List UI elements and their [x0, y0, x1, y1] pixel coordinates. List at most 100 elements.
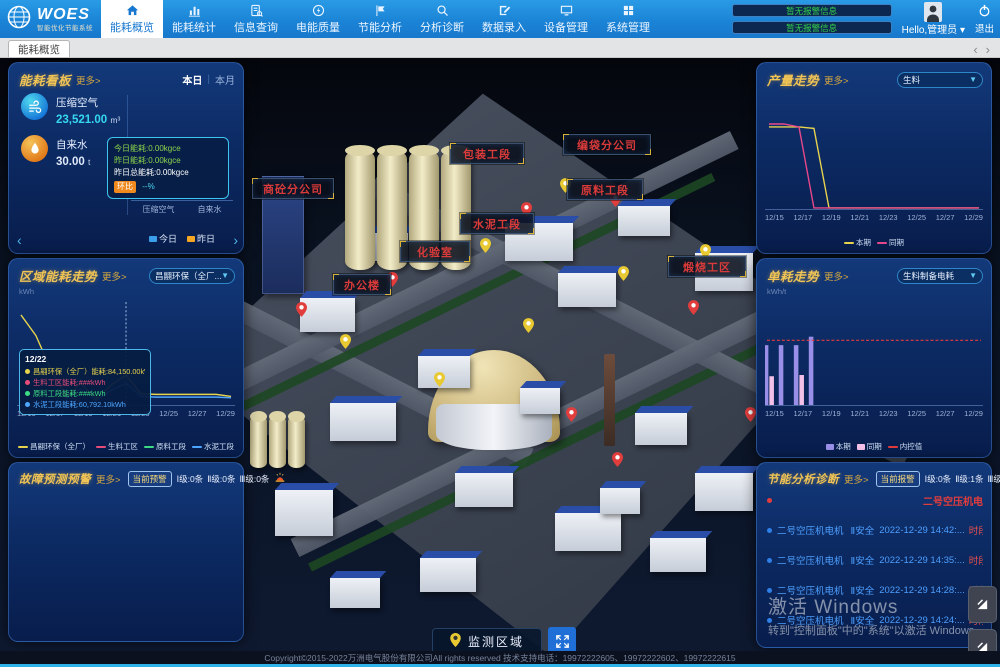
- more-link[interactable]: 更多>: [102, 269, 127, 283]
- x-tick-label: 12/25: [907, 409, 926, 418]
- legend-item[interactable]: 生料工区: [96, 441, 138, 452]
- map-label[interactable]: 编袋分公司: [563, 134, 651, 155]
- monitor-area-button[interactable]: 监测区域: [432, 628, 542, 651]
- x-tick-label: 12/19: [822, 409, 841, 418]
- energy-item-air[interactable]: 压缩空气 23,521.00 m³: [21, 93, 120, 126]
- map-pin-icon[interactable]: [434, 372, 445, 392]
- map-pin-icon[interactable]: [523, 318, 534, 338]
- logout-button[interactable]: 退出: [975, 4, 994, 35]
- nav-item-分析诊断[interactable]: 分析诊断: [411, 0, 473, 38]
- blue-dot-icon: [767, 588, 772, 593]
- legend-item[interactable]: 水泥工段: [192, 441, 234, 452]
- x-tick-label: 自来水: [198, 204, 222, 215]
- unit-select[interactable]: 生料制备电耗 ▼: [897, 268, 983, 284]
- alarm-marquee: 二号空压机电: [767, 493, 983, 507]
- nav-item-节能分析[interactable]: 节能分析: [349, 0, 411, 38]
- side-toolbar-button-top[interactable]: [968, 586, 997, 623]
- production-line-chart: [765, 104, 983, 210]
- more-link[interactable]: 更多>: [844, 472, 869, 486]
- map-label[interactable]: 煅烧工区: [668, 256, 746, 277]
- user-block[interactable]: Hello,管理员 ▾: [902, 2, 965, 36]
- map-pin-icon[interactable]: [296, 302, 307, 322]
- nav-item-信息查询[interactable]: 信息查询: [225, 0, 287, 38]
- building-block: [455, 473, 513, 507]
- nav-item-能耗统计[interactable]: 能耗统计: [163, 0, 225, 38]
- range-day-toggle[interactable]: 本日: [182, 72, 202, 87]
- map-label[interactable]: 化验室: [400, 241, 470, 262]
- legend-item[interactable]: 今日: [149, 232, 177, 245]
- map-pin-icon[interactable]: [612, 452, 623, 472]
- map-pin-icon[interactable]: [745, 407, 756, 427]
- tab-scroll-right-icon[interactable]: ›: [986, 42, 990, 57]
- alarm-row[interactable]: 二号空压机电机Ⅱ安全2022-12-29 14:35:...时段超限-关...: [767, 553, 983, 567]
- legend-item[interactable]: 原料工段: [144, 441, 186, 452]
- nav-item-label: 能耗概览: [110, 19, 154, 35]
- legend-item[interactable]: 同期: [877, 237, 904, 248]
- x-tick-label: 12/25: [907, 213, 926, 222]
- chart-legend: 本期同期: [765, 237, 983, 248]
- tab-energy-overview[interactable]: 能耗概览: [8, 40, 70, 57]
- legend-item[interactable]: 内控值: [888, 441, 923, 452]
- x-tick-label: 12/19: [822, 213, 841, 222]
- nav-item-能耗概览[interactable]: 能耗概览: [101, 0, 163, 38]
- alarm-row[interactable]: 二号空压机电机Ⅱ安全2022-12-29 14:28:...时段超限-关...: [767, 583, 983, 597]
- map-label[interactable]: 原料工段: [567, 179, 643, 200]
- nav-item-数据录入[interactable]: 数据录入: [473, 0, 535, 38]
- avatar: [924, 2, 942, 25]
- legend-item[interactable]: 本期: [826, 441, 851, 452]
- legend-item[interactable]: 昌翮环保（全厂）: [18, 441, 90, 452]
- nav-right: 暂无报警信息暂无报警信息 Hello,管理员 ▾ 退出: [732, 0, 1000, 38]
- nav-item-电能质量[interactable]: 电能质量: [287, 0, 349, 38]
- energy-item-value: 30.00: [56, 156, 85, 168]
- x-tick-label: 12/27: [936, 213, 955, 222]
- production-select[interactable]: 生料 ▼: [897, 72, 983, 88]
- more-link[interactable]: 更多>: [824, 73, 849, 87]
- map-pin-icon[interactable]: [566, 407, 577, 427]
- greeting-text[interactable]: Hello,管理员 ▾: [902, 25, 965, 36]
- nav-item-label: 电能质量: [296, 19, 340, 35]
- more-link[interactable]: 更多>: [824, 269, 849, 283]
- alert-banners: 暂无报警信息暂无报警信息: [732, 4, 892, 34]
- chart-legend: 昌翮环保（全厂） 生料工区原料工段水泥工段: [17, 441, 235, 452]
- tab-scroll-left-icon[interactable]: ‹: [973, 42, 977, 57]
- logo-subtitle: 智能优化节能系统: [37, 22, 93, 32]
- map-pin-icon[interactable]: [618, 266, 629, 286]
- map-pin-icon[interactable]: [340, 334, 351, 354]
- more-link[interactable]: 更多>: [76, 73, 101, 87]
- map-label[interactable]: 水泥工段: [460, 213, 534, 234]
- current-alarm-button[interactable]: 当前报警: [876, 471, 920, 487]
- map-label[interactable]: 办公楼: [333, 274, 391, 295]
- x-tick-label: 压缩空气: [143, 204, 175, 215]
- more-link[interactable]: 更多>: [96, 472, 121, 486]
- current-warning-button[interactable]: 当前预警: [128, 471, 172, 487]
- tooltip-today: 今日能耗:0.00kgce: [114, 143, 222, 155]
- blue-dot-icon: [767, 558, 772, 563]
- tooltip-total: 昨日总能耗:0.00kgce: [114, 167, 222, 179]
- map-label[interactable]: 商砼分公司: [252, 178, 334, 199]
- panel-title: 区域能耗走势: [19, 266, 97, 285]
- level-count: Ⅱ级:0条: [207, 473, 235, 485]
- alarm-row[interactable]: 二号空压机电机Ⅱ安全2022-12-29 14:24:...时段超限-关...: [767, 613, 983, 627]
- tooltip-yesterday: 昨日能耗:0.00kgce: [114, 155, 222, 167]
- legend-item[interactable]: 本期: [844, 237, 871, 248]
- nav-item-设备管理[interactable]: 设备管理: [535, 0, 597, 38]
- building-block: [635, 413, 687, 445]
- x-tick-label: 12/17: [793, 409, 812, 418]
- energy-item-water[interactable]: 自来水 30.00 t: [21, 135, 90, 168]
- legend-item[interactable]: 同期: [857, 441, 882, 452]
- energy-item-unit: t: [88, 157, 90, 167]
- map-label[interactable]: 包装工段: [450, 143, 524, 164]
- chimney: [604, 354, 615, 446]
- silo: [345, 150, 375, 270]
- map-pin-icon[interactable]: [688, 300, 699, 320]
- nav-item-系统管理[interactable]: 系统管理: [597, 0, 659, 38]
- range-month-toggle[interactable]: 本月: [215, 72, 235, 87]
- legend-item[interactable]: 昨日: [187, 232, 215, 245]
- panel-fault-warning: 故障预测预警 更多> 当前预警 Ⅰ级:0条Ⅱ级:0条Ⅲ级:0条: [8, 462, 244, 642]
- alarm-row[interactable]: 二号空压机电机Ⅱ安全2022-12-29 14:42:...时段超限-关...: [767, 523, 983, 537]
- region-select[interactable]: 昌翮环保（全厂... ▼: [149, 268, 235, 284]
- prev-arrow-icon[interactable]: ‹: [17, 233, 22, 247]
- fullscreen-button[interactable]: [548, 627, 576, 651]
- next-arrow-icon[interactable]: ›: [233, 233, 238, 247]
- map-pin-icon[interactable]: [480, 238, 491, 258]
